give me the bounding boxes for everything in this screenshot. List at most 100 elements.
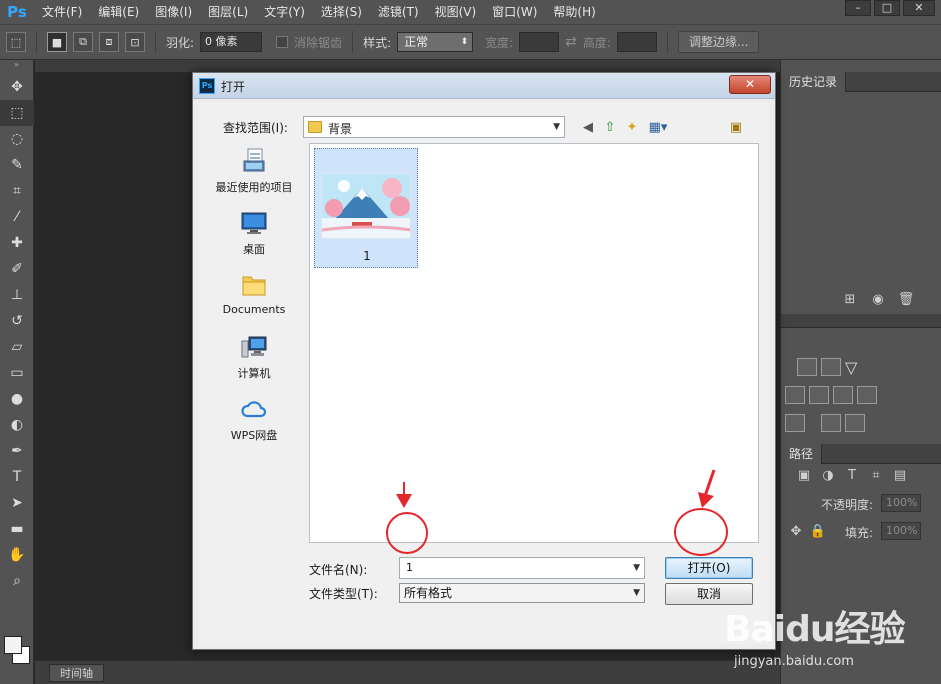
menu-layer[interactable]: 图层(L) <box>200 0 256 24</box>
color-balance-adjust-icon[interactable] <box>785 386 805 404</box>
folder-star-icon[interactable]: ▣ <box>727 119 745 137</box>
stamp-tool-icon[interactable]: ⊥ <box>0 282 34 308</box>
bw-adjust-icon[interactable] <box>809 386 829 404</box>
trash-icon[interactable]: 🗑 <box>897 292 915 308</box>
gradient-map-adjust-icon[interactable]: ▽ <box>845 358 865 377</box>
chevron-down-icon[interactable]: ▼ <box>633 558 640 578</box>
menu-help[interactable]: 帮助(H) <box>545 0 603 24</box>
menu-edit[interactable]: 编辑(E) <box>90 0 147 24</box>
type-tool-icon[interactable]: T <box>0 464 34 490</box>
tab-history[interactable]: 历史记录 <box>781 72 847 92</box>
path-select-tool-icon[interactable]: ➤ <box>0 490 34 516</box>
selective-color-adjust-icon[interactable] <box>845 414 865 432</box>
width-input[interactable] <box>519 32 560 52</box>
hand-tool-icon[interactable]: ✋ <box>0 542 34 568</box>
desktop-icon <box>241 212 267 234</box>
lock-all-icon[interactable]: 🔒 <box>809 524 827 540</box>
camera-icon[interactable]: ◉ <box>869 292 887 308</box>
menu-image[interactable]: 图像(I) <box>147 0 200 24</box>
feather-input[interactable]: 0 像素 <box>200 32 263 52</box>
subtract-selection-icon[interactable]: ⧈ <box>99 32 119 52</box>
layer-filter-adjust-icon[interactable]: ◑ <box>819 468 837 484</box>
width-label: 宽度: <box>485 35 514 50</box>
add-selection-icon[interactable]: ⧉ <box>73 32 93 52</box>
move-tool-icon[interactable]: ✥ <box>0 74 34 100</box>
layer-filter-image-icon[interactable]: ▣ <box>795 468 813 484</box>
zoom-tool-icon[interactable]: ⌕ <box>0 568 34 594</box>
dialog-titlebar[interactable]: Ps 打开 ✕ <box>193 73 775 99</box>
minimize-button[interactable]: – <box>845 0 871 16</box>
pen-tool-icon[interactable]: ✒ <box>0 438 34 464</box>
lock-position-icon[interactable]: ✥ <box>787 524 805 540</box>
menu-type[interactable]: 文字(Y) <box>256 0 313 24</box>
opacity-input[interactable]: 100% <box>881 494 921 512</box>
menu-filter[interactable]: 滤镜(T) <box>370 0 427 24</box>
open-button[interactable]: 打开(O) <box>665 557 753 579</box>
filetype-select[interactable]: 所有格式 ▼ <box>399 583 645 603</box>
marquee-preset-icon[interactable]: ⬚ <box>6 32 26 52</box>
close-app-button[interactable]: ✕ <box>903 0 935 16</box>
menu-select[interactable]: 选择(S) <box>313 0 370 24</box>
layer-filter-smart-icon[interactable]: ▤ <box>891 468 909 484</box>
divider <box>666 31 668 53</box>
swap-icon[interactable]: ⇄ <box>565 34 577 50</box>
antialias-checkbox[interactable] <box>276 36 289 48</box>
dialog-body: 查找范围(I): 背景 ▼ ◀ ⇧ ✦ ▦▾ ▣ 最近使用的项目 桌面 Docu… <box>199 103 769 644</box>
panel-grip-icon[interactable]: » <box>0 60 33 74</box>
crop-tool-icon[interactable]: ⌗ <box>0 178 34 204</box>
layer-filter-type-icon[interactable]: T <box>843 468 861 484</box>
place-computer[interactable]: 计算机 <box>209 333 299 391</box>
layers-panel-header: 路径 <box>781 444 941 464</box>
timeline-tab[interactable]: 时间轴 <box>49 663 104 682</box>
foreground-color-swatch[interactable] <box>4 636 22 654</box>
up-folder-icon[interactable]: ⇧ <box>601 119 619 137</box>
menu-window[interactable]: 窗口(W) <box>484 0 545 24</box>
intersect-selection-icon[interactable]: ⊡ <box>125 32 145 52</box>
menu-view[interactable]: 视图(V) <box>427 0 485 24</box>
curves-adjust-icon[interactable] <box>821 358 841 376</box>
watermark-logo-text: Baidu经验 <box>724 609 905 650</box>
lasso-tool-icon[interactable]: ◌ <box>0 126 34 152</box>
layer-filter-shape-icon[interactable]: ⌗ <box>867 468 885 484</box>
dodge-tool-icon[interactable]: ◐ <box>0 412 34 438</box>
new-folder-icon[interactable]: ✦ <box>623 119 641 137</box>
place-recent-items[interactable]: 最近使用的项目 <box>209 147 299 205</box>
rect-marquee-tool-icon[interactable]: ⬚ <box>0 100 34 126</box>
file-name: 1 <box>363 249 371 263</box>
view-menu-icon[interactable]: ▦▾ <box>645 119 671 137</box>
fill-input[interactable]: 100% <box>881 522 921 540</box>
look-in-combo[interactable]: 背景 ▼ <box>303 116 565 138</box>
eyedropper-tool-icon[interactable]: ⁄ <box>0 204 34 230</box>
file-item[interactable]: 1 <box>314 148 418 268</box>
blur-tool-icon[interactable]: ● <box>0 386 34 412</box>
quick-select-tool-icon[interactable]: ✎ <box>0 152 34 178</box>
maximize-button[interactable]: □ <box>874 0 900 16</box>
refine-edge-button[interactable]: 调整边缘... <box>677 31 760 53</box>
place-label: 桌面 <box>243 243 265 256</box>
new-snapshot-icon[interactable]: ⊞ <box>841 292 859 308</box>
menu-file[interactable]: 文件(F) <box>34 0 90 24</box>
threshold-adjust-icon[interactable] <box>821 414 841 432</box>
file-thumbnail <box>321 173 411 239</box>
brush-tool-icon[interactable]: ✐ <box>0 256 34 282</box>
height-input[interactable] <box>616 32 657 52</box>
place-documents[interactable]: Documents <box>209 271 299 329</box>
new-selection-icon[interactable]: ■ <box>47 32 67 52</box>
healing-brush-tool-icon[interactable]: ✚ <box>0 230 34 256</box>
shape-tool-icon[interactable]: ▬ <box>0 516 34 542</box>
invert-adjust-icon[interactable] <box>785 414 805 432</box>
history-brush-tool-icon[interactable]: ↺ <box>0 308 34 334</box>
channel-mixer-adjust-icon[interactable] <box>833 386 853 404</box>
levels-adjust-icon[interactable] <box>797 358 817 376</box>
eraser-tool-icon[interactable]: ▱ <box>0 334 34 360</box>
place-wps-cloud[interactable]: WPS网盘 <box>209 395 299 453</box>
opacity-label: 不透明度: <box>821 498 874 512</box>
tab-paths[interactable]: 路径 <box>781 444 823 464</box>
color-lookup-adjust-icon[interactable] <box>857 386 877 404</box>
place-desktop[interactable]: 桌面 <box>209 209 299 267</box>
dialog-close-button[interactable]: ✕ <box>729 75 771 94</box>
filename-input[interactable]: 1 ▼ <box>399 557 645 579</box>
style-select[interactable]: 正常 ⬍ <box>397 32 474 52</box>
back-icon[interactable]: ◀ <box>579 119 597 137</box>
gradient-tool-icon[interactable]: ▭ <box>0 360 34 386</box>
